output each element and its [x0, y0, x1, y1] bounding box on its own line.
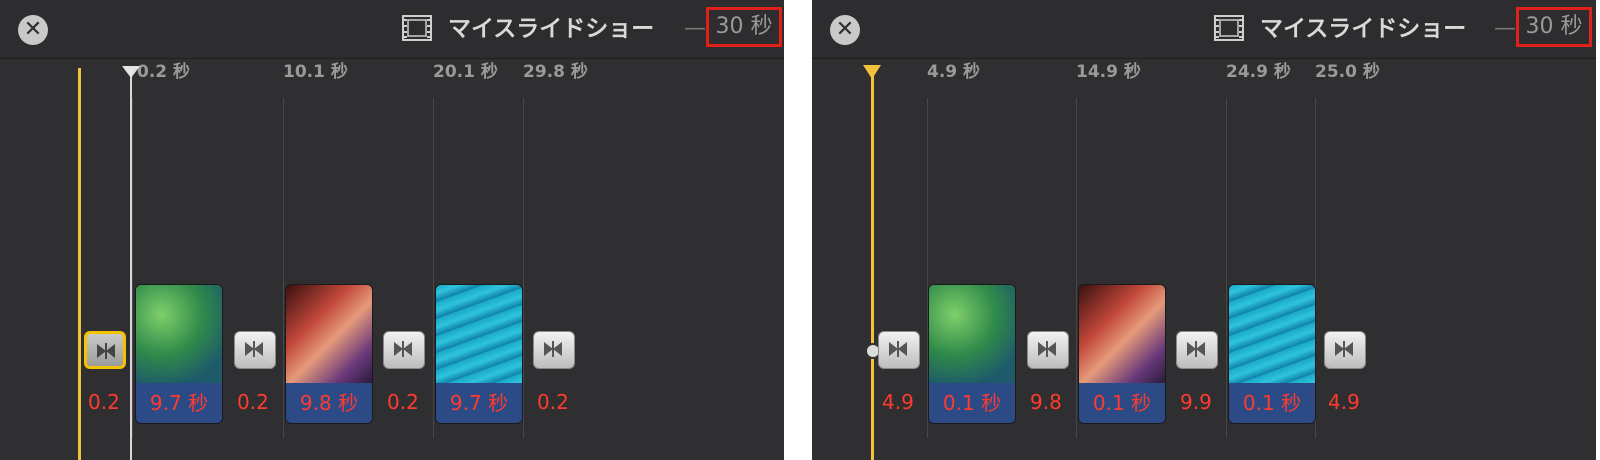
film-strip-icon [1214, 15, 1244, 41]
project-duration: 30 秒 [1516, 7, 1592, 47]
photo-clip[interactable]: 0.1 秒 [1228, 284, 1316, 424]
time-tick-line [433, 98, 434, 438]
photo-clip[interactable]: 9.7 秒 [435, 284, 523, 424]
bowtie-transition-icon [1038, 341, 1056, 357]
time-tick-label: 4.9 秒 [927, 62, 981, 82]
transition-button[interactable] [1324, 331, 1366, 369]
transition-duration: 0.2 [237, 390, 269, 414]
close-icon[interactable]: ✕ [18, 15, 48, 45]
bowtie-transition-icon [889, 341, 907, 357]
transition-button[interactable] [234, 331, 276, 369]
clip-thumbnail [1079, 285, 1165, 383]
transition-button[interactable] [1176, 331, 1218, 369]
clip-duration: 0.1 秒 [929, 383, 1015, 423]
transition-duration: 9.9 [1180, 390, 1212, 414]
playhead[interactable] [78, 68, 81, 460]
time-tick-label: 25.0 秒 [1315, 62, 1380, 82]
bowtie-transition-icon [97, 343, 115, 359]
title-separator: — [684, 16, 706, 41]
clip-duration: 0.1 秒 [1079, 383, 1165, 423]
playhead-handle[interactable] [863, 65, 881, 79]
transition-button[interactable] [533, 331, 575, 369]
time-tick-label: 24.9 秒 [1226, 62, 1291, 82]
skimmer[interactable] [130, 70, 132, 460]
photo-clip[interactable]: 9.7 秒 [135, 284, 223, 424]
time-tick-label: 0.2 秒 [137, 62, 191, 82]
bowtie-transition-icon [245, 341, 263, 357]
transition-duration: 4.9 [882, 390, 914, 414]
transition-button[interactable] [1027, 331, 1069, 369]
transition-button[interactable] [878, 331, 920, 369]
clip-thumbnail [286, 285, 372, 383]
bowtie-transition-icon [1187, 341, 1205, 357]
project-duration: 30 秒 [706, 7, 782, 47]
title-separator: — [1494, 16, 1516, 41]
time-tick-line [1226, 98, 1227, 438]
time-tick-label: 20.1 秒 [433, 62, 498, 82]
time-tick-label: 29.8 秒 [523, 62, 588, 82]
transition-duration: 0.2 [537, 390, 569, 414]
transition-duration: 0.2 [88, 390, 120, 414]
transition-button[interactable] [383, 331, 425, 369]
photo-clip[interactable]: 9.8 秒 [285, 284, 373, 424]
skimmer-handle[interactable] [122, 66, 140, 78]
photo-clip[interactable]: 0.1 秒 [1078, 284, 1166, 424]
toolbar: ✕ マイスライドショー — 30 秒 [0, 0, 784, 59]
clip-thumbnail [436, 285, 522, 383]
clip-duration: 9.8 秒 [286, 383, 372, 423]
playhead[interactable] [871, 74, 874, 460]
transition-button[interactable] [84, 331, 126, 369]
film-strip-icon [402, 15, 432, 41]
clip-duration: 0.1 秒 [1229, 383, 1315, 423]
slideshow-panel-right: ✕ マイスライドショー — 30 秒 4.9 秒 14.9 秒 24.9 秒 2… [812, 0, 1596, 460]
bowtie-transition-icon [1335, 341, 1353, 357]
time-tick-label: 14.9 秒 [1076, 62, 1141, 82]
project-title: マイスライドショー [1260, 16, 1467, 42]
transition-duration: 9.8 [1030, 390, 1062, 414]
bowtie-transition-icon [544, 341, 562, 357]
clip-duration: 9.7 秒 [436, 383, 522, 423]
project-title: マイスライドショー [448, 16, 655, 42]
time-tick-line [132, 98, 133, 438]
transition-duration: 4.9 [1328, 390, 1360, 414]
time-tick-label: 10.1 秒 [283, 62, 348, 82]
clip-thumbnail [1229, 285, 1315, 383]
transition-duration: 0.2 [387, 390, 419, 414]
time-tick-line [1076, 98, 1077, 438]
time-tick-line [523, 98, 524, 438]
slideshow-panel-left: ✕ マイスライドショー — 30 秒 0.2 秒 10.1 秒 20.1 秒 2… [0, 0, 784, 460]
time-tick-line [283, 98, 284, 438]
photo-clip[interactable]: 0.1 秒 [928, 284, 1016, 424]
clip-thumbnail [136, 285, 222, 383]
bowtie-transition-icon [394, 341, 412, 357]
toolbar: ✕ マイスライドショー — 30 秒 [812, 0, 1596, 59]
close-icon[interactable]: ✕ [830, 15, 860, 45]
clip-duration: 9.7 秒 [136, 383, 222, 423]
clip-thumbnail [929, 285, 1015, 383]
